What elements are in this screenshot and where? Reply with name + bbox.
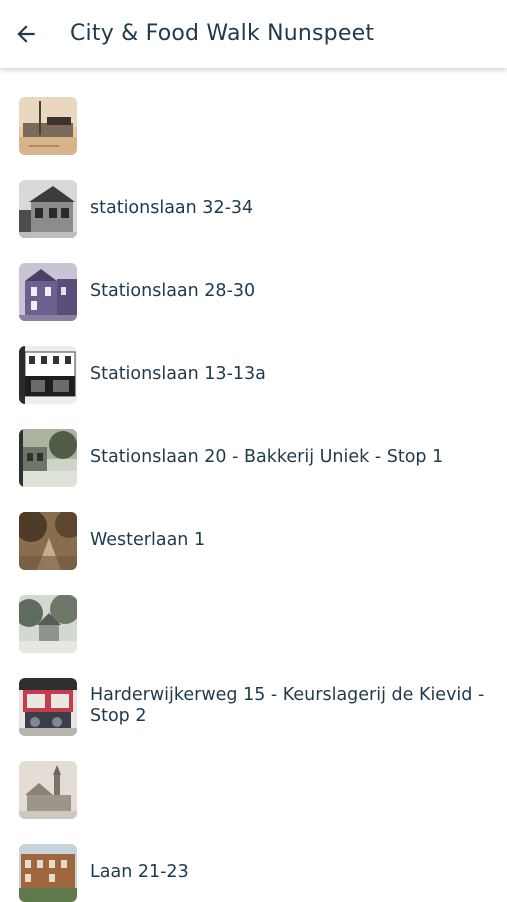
list-item[interactable]: [0, 732, 507, 819]
stop-label: stationslaan 32-34: [90, 198, 254, 218]
thumbnail-image: [19, 844, 77, 902]
back-button[interactable]: [6, 14, 46, 54]
list-item[interactable]: Westerlaan 1: [0, 483, 507, 570]
list-item[interactable]: Stationslaan 13-13a: [0, 317, 507, 404]
stop-label: Stationslaan 28-30: [90, 281, 256, 301]
page-title: City & Food Walk Nunspeet: [70, 21, 375, 46]
list-item[interactable]: stationslaan 32-34: [0, 151, 507, 238]
list-item[interactable]: [0, 68, 507, 155]
thumbnail-image: [19, 263, 77, 321]
app-bar: City & Food Walk Nunspeet: [0, 0, 507, 68]
thumbnail-image: [19, 346, 77, 404]
list-item[interactable]: Stationslaan 20 - Bakkerij Uniek - Stop …: [0, 400, 507, 487]
stop-label: Laan 21-23: [90, 862, 189, 882]
thumbnail-image: [19, 595, 77, 653]
thumbnail-image: [19, 180, 77, 238]
list-item[interactable]: Harderwijkerweg 15 - Keurslagerij de Kie…: [0, 649, 507, 736]
list-item[interactable]: [0, 566, 507, 653]
stop-label: Westerlaan 1: [90, 530, 206, 550]
stop-label: Stationslaan 20 - Bakkerij Uniek - Stop …: [90, 447, 444, 467]
stop-label: Harderwijkerweg 15 - Keurslagerij de Kie…: [90, 685, 485, 726]
thumbnail-image: [19, 678, 77, 736]
list-item[interactable]: Stationslaan 28-30: [0, 234, 507, 321]
thumbnail-image: [19, 429, 77, 487]
list-item[interactable]: Laan 21-23: [0, 815, 507, 902]
thumbnail-image: [19, 761, 77, 819]
thumbnail-image: [19, 512, 77, 570]
stop-label: Stationslaan 13-13a: [90, 364, 266, 384]
arrow-left-icon: [17, 25, 35, 43]
thumbnail-image: [19, 97, 77, 155]
